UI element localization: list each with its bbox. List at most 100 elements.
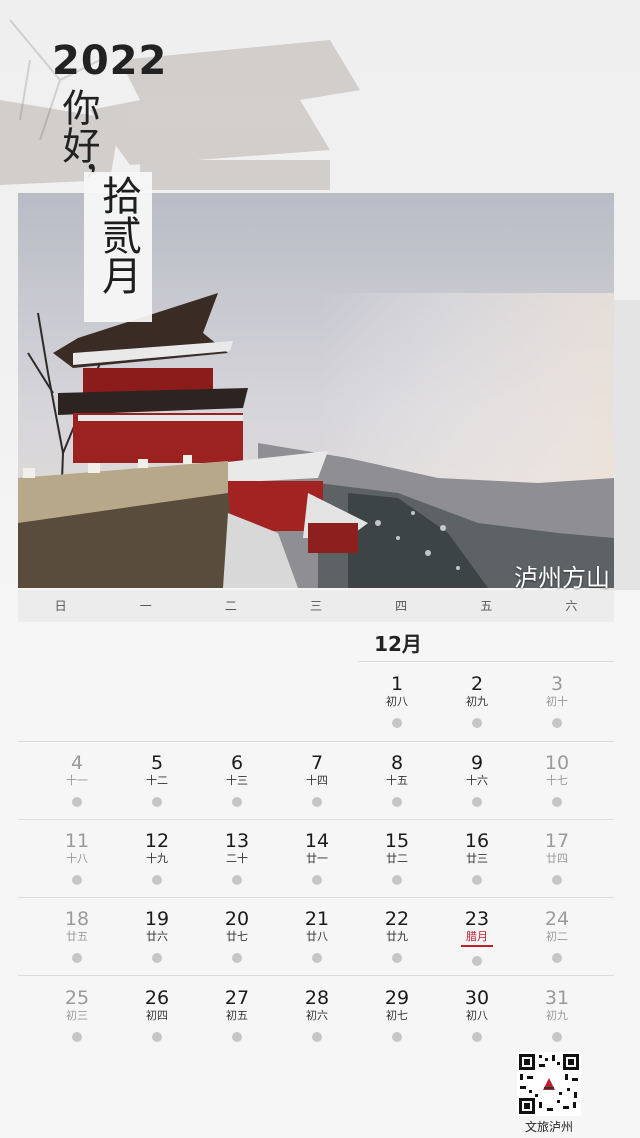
calendar-day-cell[interactable]: 22 廿九 [357, 898, 437, 974]
calendar-day-cell[interactable]: 16 廿三 [437, 820, 517, 896]
lunar-date: 廿三 [466, 852, 488, 865]
day-dot [472, 1032, 482, 1042]
calendar-day-cell[interactable]: 4 十一 [37, 742, 117, 818]
lunar-date: 十八 [66, 852, 88, 865]
day-number: 4 [70, 752, 84, 774]
day-dot [72, 875, 82, 885]
calendar-day-cell[interactable]: 6 十三 [197, 742, 277, 818]
lunar-date: 初八 [386, 695, 408, 708]
calendar-day-cell[interactable]: 28 初六 [277, 977, 357, 1053]
day-number: 9 [470, 752, 484, 774]
day-dot [392, 875, 402, 885]
calendar-day-cell[interactable]: 10 十七 [517, 742, 597, 818]
calendar-day-cell[interactable]: 15 廿二 [357, 820, 437, 896]
calendar-day-cell[interactable]: 3 初十 [517, 663, 597, 739]
day-dot [472, 956, 482, 966]
day-dot [552, 875, 562, 885]
weekday-fri: 五 [480, 599, 493, 613]
calendar-day-cell[interactable]: 23 腊月 [437, 898, 517, 974]
day-number: 22 [384, 908, 410, 930]
day-number: 16 [464, 830, 490, 852]
day-dot [472, 718, 482, 728]
calendar-day-cell[interactable]: 30 初八 [437, 977, 517, 1053]
lunar-date: 廿一 [306, 852, 328, 865]
calendar-day-cell[interactable]: 21 廿八 [277, 898, 357, 974]
day-number: 27 [224, 987, 250, 1009]
calendar-day-cell[interactable]: 14 廿一 [277, 820, 357, 896]
qr-code [517, 1052, 581, 1116]
day-number: 18 [64, 908, 90, 930]
day-dot [312, 797, 322, 807]
day-number: 6 [230, 752, 244, 774]
day-number: 21 [304, 908, 330, 930]
day-number: 20 [224, 908, 250, 930]
lunar-date: 初七 [386, 1009, 408, 1022]
day-dot [552, 953, 562, 963]
calendar-day-cell[interactable]: 1 初八 [357, 663, 437, 739]
day-number: 17 [544, 830, 570, 852]
calendar-day-cell[interactable]: 2 初九 [437, 663, 517, 739]
calendar-day-cell[interactable]: 8 十五 [357, 742, 437, 818]
calendar-day-cell[interactable]: 29 初七 [357, 977, 437, 1053]
calendar-day-cell[interactable]: 9 十六 [437, 742, 517, 818]
calendar-day-cell[interactable]: 17 廿四 [517, 820, 597, 896]
day-dot [232, 953, 242, 963]
day-dot [312, 875, 322, 885]
lunar-date: 初十 [546, 695, 568, 708]
calendar-day-cell[interactable]: 7 十四 [277, 742, 357, 818]
calendar-day-cell[interactable]: 12 十九 [117, 820, 197, 896]
calendar-day-cell[interactable]: 13 二十 [197, 820, 277, 896]
weekday-header: 日 一 二 三 四 五 六 [18, 590, 614, 622]
day-number: 29 [384, 987, 410, 1009]
calendar-day-cell[interactable]: 24 初二 [517, 898, 597, 974]
lunar-date: 十三 [226, 774, 248, 787]
day-number: 3 [550, 673, 564, 695]
day-dot [392, 797, 402, 807]
calendar-day-cell[interactable]: 26 初四 [117, 977, 197, 1053]
lunar-date: 初四 [146, 1009, 168, 1022]
day-dot [312, 953, 322, 963]
calendar-day-cell[interactable]: 31 初九 [517, 977, 597, 1053]
day-number: 8 [390, 752, 404, 774]
lunar-date: 十五 [386, 774, 408, 787]
lunar-date: 初九 [546, 1009, 568, 1022]
lunar-date: 初八 [466, 1009, 488, 1022]
day-dot [552, 718, 562, 728]
day-dot [392, 718, 402, 728]
weekday-sat: 六 [565, 599, 578, 613]
lunar-date: 廿八 [306, 930, 328, 943]
day-number: 7 [310, 752, 324, 774]
calendar-day-cell[interactable]: 18 廿五 [37, 898, 117, 974]
lunar-date: 初六 [306, 1009, 328, 1022]
row-divider [18, 975, 614, 976]
day-number: 14 [304, 830, 330, 852]
lunar-date: 二十 [226, 852, 248, 865]
lunar-date: 初九 [466, 695, 488, 708]
calendar-day-cell[interactable]: 27 初五 [197, 977, 277, 1053]
day-dot [392, 953, 402, 963]
lunar-date: 初二 [546, 930, 568, 943]
lunar-date: 腊月 [437, 930, 517, 947]
calendar-day-cell[interactable]: 25 初三 [37, 977, 117, 1053]
day-dot [152, 1032, 162, 1042]
lunar-date: 十二 [146, 774, 168, 787]
weekday-wed: 三 [309, 599, 322, 613]
day-number: 10 [544, 752, 570, 774]
calendar-day-cell[interactable]: 5 十二 [117, 742, 197, 818]
calendar-day-cell[interactable]: 19 廿六 [117, 898, 197, 974]
calendar-day-cell[interactable]: 20 廿七 [197, 898, 277, 974]
day-dot [552, 797, 562, 807]
lunar-date: 十九 [146, 852, 168, 865]
lunar-date: 廿四 [546, 852, 568, 865]
calendar-day-cell[interactable]: 11 十八 [37, 820, 117, 896]
day-number: 19 [144, 908, 170, 930]
day-number: 26 [144, 987, 170, 1009]
lunar-date: 廿六 [146, 930, 168, 943]
year-title: 2022 [52, 38, 168, 84]
weekday-sun: 日 [54, 599, 67, 613]
qr-label: 文旅泸州 [524, 1120, 573, 1134]
day-dot [472, 797, 482, 807]
day-number: 5 [150, 752, 164, 774]
day-number: 28 [304, 987, 330, 1009]
photo-caption: 泸州方山 [514, 564, 610, 592]
